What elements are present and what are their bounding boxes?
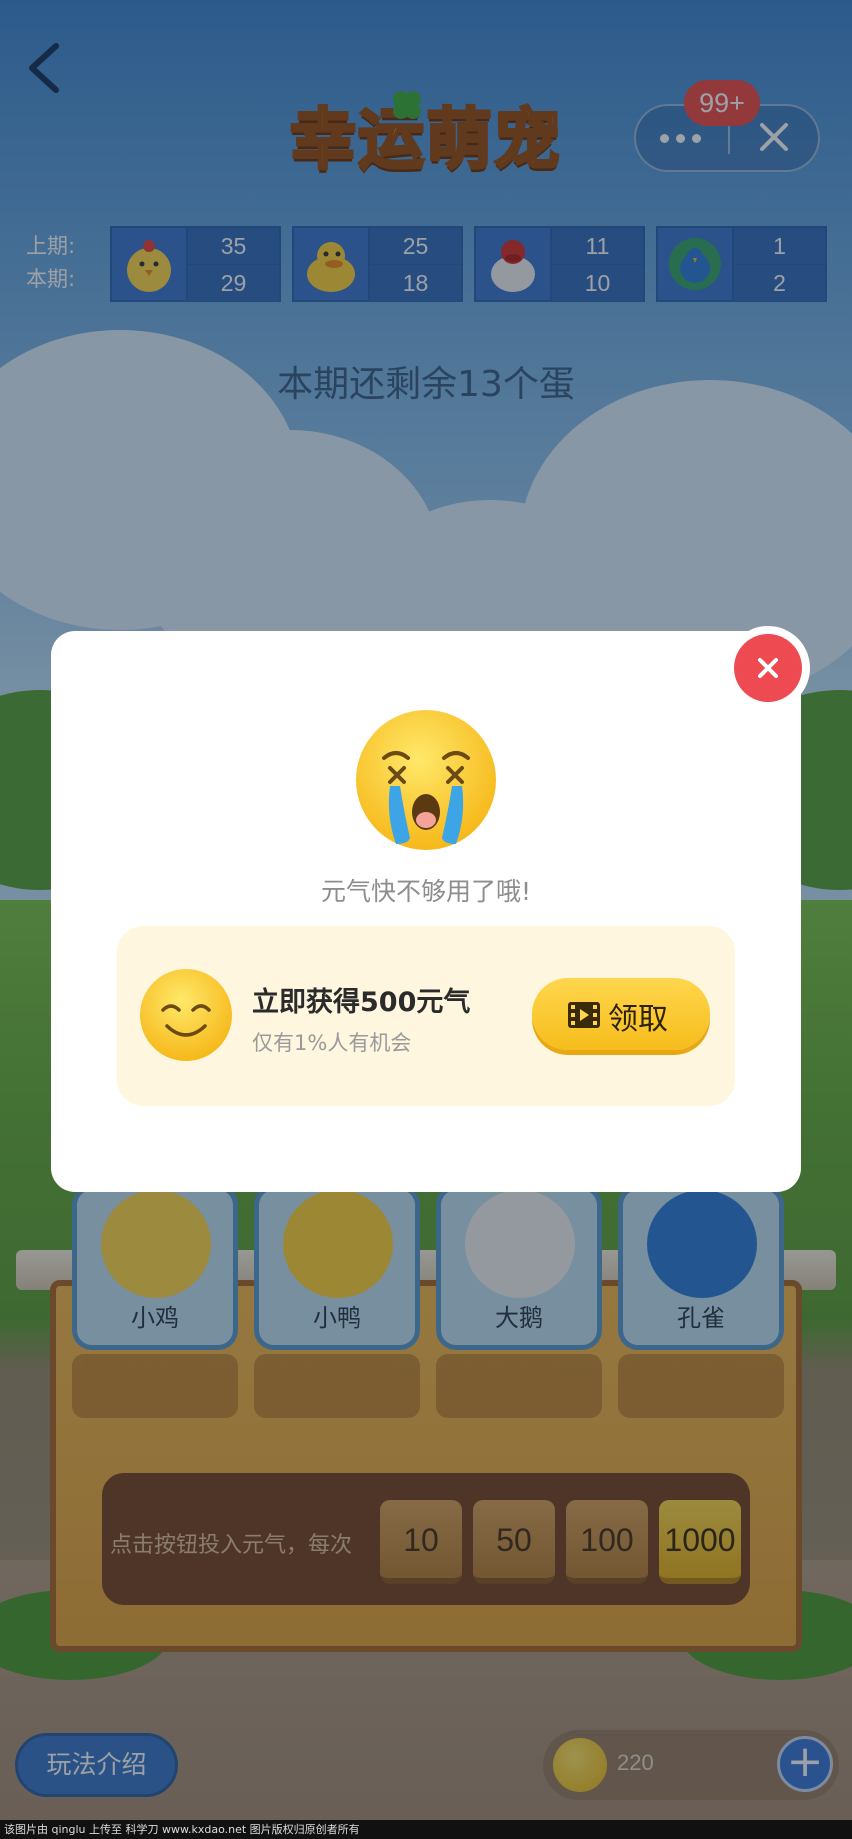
offer-title: 立即获得500元气 (252, 987, 471, 1018)
claim-label: 领取 (608, 1002, 668, 1037)
close-dialog-button[interactable] (726, 626, 810, 710)
close-icon (758, 658, 778, 678)
claim-button[interactable]: 领取 (532, 978, 710, 1050)
video-film-icon (568, 1002, 600, 1028)
offer-subtitle: 仅有1%人有机会 (252, 1031, 412, 1055)
dialog-message: 元气快不够用了哦! (320, 877, 532, 906)
crying-face-icon (356, 710, 496, 850)
watermark-footer: 该图片由 qinglu 上传至 科学刀 www.kxdao.net 图片版权归原… (0, 1820, 852, 1839)
smiling-face-icon (140, 969, 232, 1061)
